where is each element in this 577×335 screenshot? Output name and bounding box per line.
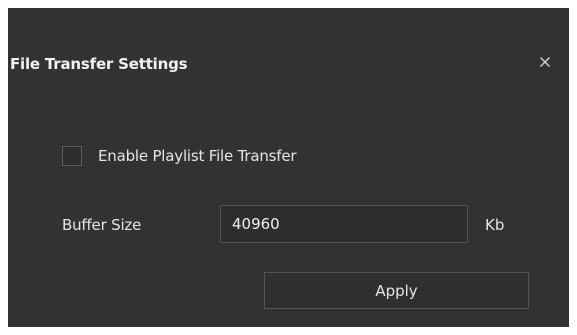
enable-playlist-transfer-label: Enable Playlist File Transfer bbox=[98, 147, 297, 165]
buffer-size-input[interactable] bbox=[220, 205, 468, 243]
close-button[interactable] bbox=[533, 50, 557, 74]
enable-playlist-transfer-option[interactable]: Enable Playlist File Transfer bbox=[62, 146, 297, 166]
dialog-title: File Transfer Settings bbox=[10, 55, 188, 73]
close-icon bbox=[540, 57, 550, 67]
file-transfer-settings-dialog: File Transfer Settings Enable Playlist F… bbox=[8, 8, 569, 327]
buffer-size-unit: Kb bbox=[485, 216, 505, 234]
enable-playlist-transfer-checkbox[interactable] bbox=[62, 146, 82, 166]
buffer-size-label: Buffer Size bbox=[62, 216, 142, 234]
apply-button[interactable]: Apply bbox=[264, 272, 529, 309]
